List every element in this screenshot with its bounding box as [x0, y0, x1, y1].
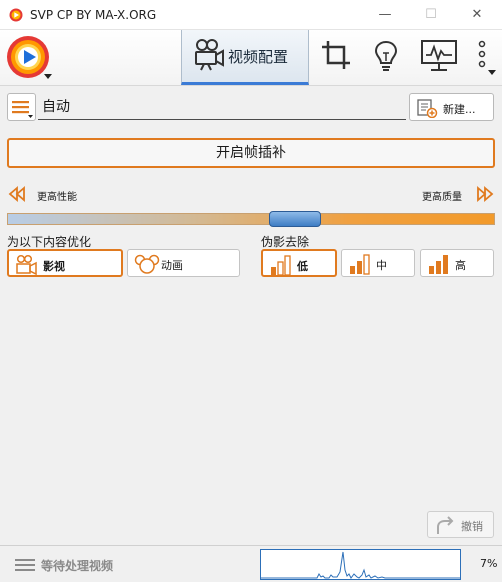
optimize-film-label: 影视 [43, 260, 65, 273]
maximize-button[interactable]: ☐ [408, 0, 454, 30]
new-document-icon [417, 99, 438, 118]
quality-slider-thumb[interactable] [269, 211, 321, 227]
bars-medium-icon [350, 254, 370, 275]
optimize-animation-button[interactable]: 动画 [127, 249, 240, 277]
status-list-icon [15, 559, 35, 571]
tab-video-profile[interactable]: 视频配置 [181, 30, 309, 85]
cpu-usage-graph [260, 549, 461, 580]
cpu-usage-trace [261, 551, 460, 579]
artifact-medium-label: 中 [376, 259, 387, 272]
quality-slider-track[interactable] [7, 213, 495, 225]
profile-menu-button[interactable] [7, 93, 36, 121]
artifact-medium-button[interactable]: 中 [341, 249, 415, 277]
minimize-button[interactable]: — [362, 0, 408, 30]
quality-slider-labels: 更高性能 更高质量 [0, 185, 502, 205]
optimize-animation-label: 动画 [161, 259, 183, 272]
status-text: 等待处理视频 [41, 559, 114, 573]
artifact-removal-label: 伪影去除 [261, 235, 310, 249]
artifact-low-label: 低 [297, 260, 308, 273]
svp-logo-icon[interactable] [3, 33, 55, 83]
double-left-arrow-icon[interactable] [8, 186, 26, 202]
undo-arrow-icon [437, 516, 454, 534]
undo-button[interactable]: 撤销 [427, 511, 494, 538]
list-menu-icon [12, 101, 33, 118]
new-profile-button[interactable]: 新建... [409, 93, 494, 121]
more-performance-label: 更高性能 [37, 192, 77, 203]
bars-low-icon [271, 255, 291, 276]
artifact-high-label: 高 [455, 259, 466, 272]
new-profile-label: 新建... [443, 103, 476, 116]
lightbulb-icon[interactable] [372, 39, 400, 73]
video-camera-icon [195, 39, 224, 71]
main-toolbar: 视频配置 [0, 30, 502, 86]
cpu-usage-percent: 7% [480, 557, 498, 570]
window-title: SVP CP BY MA-X.ORG [30, 8, 157, 22]
artifact-high-button[interactable]: 高 [420, 249, 494, 277]
profile-row: 自动 新建... [0, 92, 502, 122]
undo-label: 撤销 [461, 520, 483, 533]
enable-interpolation-button[interactable]: 开启帧插补 [7, 138, 495, 168]
film-camera-icon [16, 254, 37, 276]
quality-slider[interactable] [7, 211, 495, 227]
more-options-icon[interactable] [472, 38, 498, 78]
mouse-head-icon [134, 254, 160, 274]
optimize-film-button[interactable]: 影视 [7, 249, 123, 277]
profile-name-field[interactable]: 自动 [38, 94, 406, 120]
bars-high-icon [429, 255, 448, 274]
title-bar: SVP CP BY MA-X.ORG — ☐ ✕ [0, 0, 502, 30]
more-quality-label: 更高质量 [422, 192, 462, 203]
tab-video-profile-label: 视频配置 [228, 48, 289, 66]
status-bar: 等待处理视频 7% [0, 545, 502, 582]
double-right-arrow-icon[interactable] [476, 186, 494, 202]
optimize-for-label: 为以下内容优化 [7, 235, 92, 249]
app-icon [9, 8, 23, 22]
close-button[interactable]: ✕ [454, 0, 500, 30]
crop-icon[interactable] [320, 39, 352, 71]
artifact-low-button[interactable]: 低 [261, 249, 337, 277]
monitor-icon[interactable] [420, 39, 458, 73]
